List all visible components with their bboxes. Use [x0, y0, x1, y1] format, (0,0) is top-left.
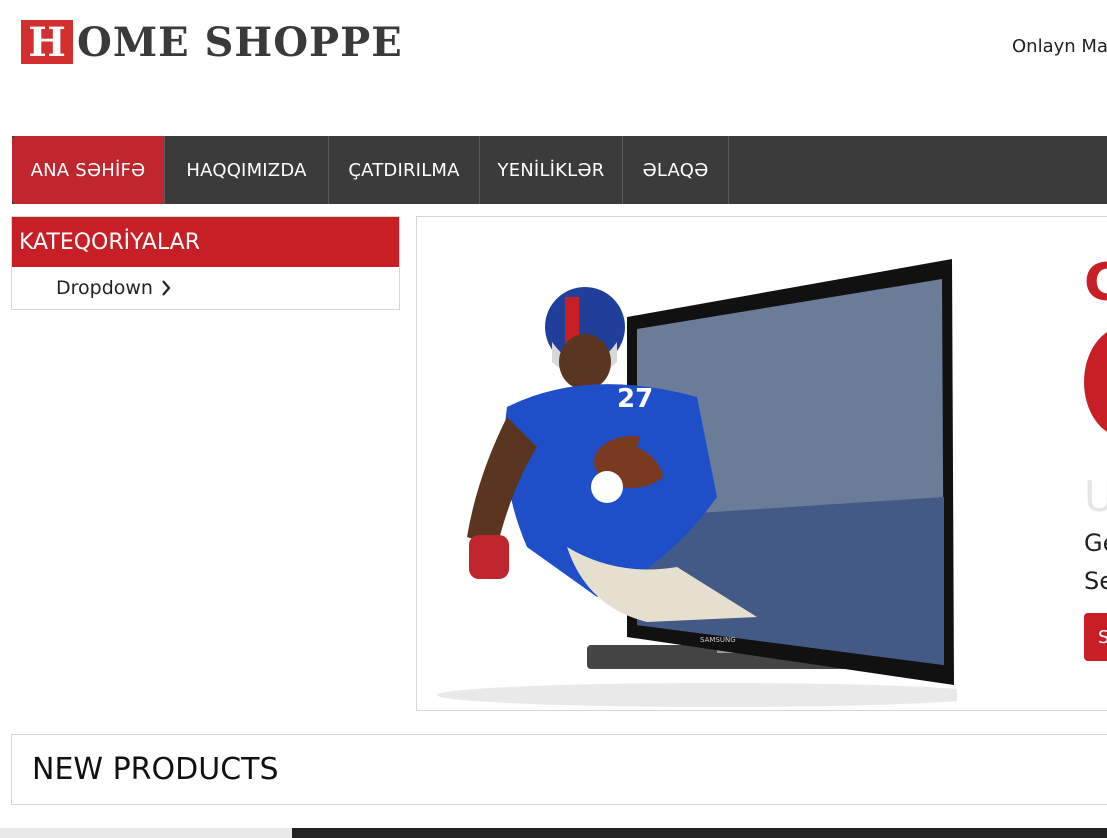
nav-item-news[interactable]: YENİLİKLƏR [480, 136, 623, 204]
bottom-strip [0, 828, 1107, 838]
category-item-label: Dropdown [56, 277, 153, 299]
nav-item-contact[interactable]: ƏLAQƏ [623, 136, 729, 204]
banner-line-1: Ge [1084, 529, 1107, 557]
svg-text:SAMSUNG: SAMSUNG [700, 636, 736, 644]
banner-line-2: Se [1084, 567, 1107, 595]
header-tagline: Onlayn Ma [1012, 36, 1107, 57]
banner-price-mark [1084, 327, 1107, 437]
svg-text:27: 27 [617, 384, 653, 414]
category-item-dropdown[interactable]: Dropdown [12, 267, 399, 309]
chevron-right-icon [161, 280, 171, 296]
nav-item-about[interactable]: HAQQIMIZDA [165, 136, 329, 204]
site-logo[interactable]: H OME SHOPPE [21, 18, 403, 66]
categories-panel: KATEQORİYALAR Dropdown [11, 216, 400, 310]
logo-text: OME SHOPPE [77, 18, 403, 66]
logo-letter-box: H [21, 19, 73, 66]
banner-faint-text: U [1084, 472, 1107, 521]
hero-banner[interactable]: SAMSUNG 27 C U Ge Se S [416, 216, 1107, 711]
new-products-heading: NEW PRODUCTS [11, 734, 1107, 805]
nav-item-delivery[interactable]: ÇATDIRILMA [329, 136, 480, 204]
bottom-strip-light [0, 828, 292, 838]
main-nav: ANA SƏHİFƏ HAQQIMIZDA ÇATDIRILMA YENİLİK… [12, 136, 1107, 204]
banner-title: C [1084, 253, 1107, 313]
banner-tv-image: SAMSUNG 27 [437, 259, 957, 707]
nav-item-home[interactable]: ANA SƏHİFƏ [12, 136, 165, 204]
categories-title: KATEQORİYALAR [12, 217, 399, 267]
banner-cta-button[interactable]: S [1084, 613, 1107, 661]
